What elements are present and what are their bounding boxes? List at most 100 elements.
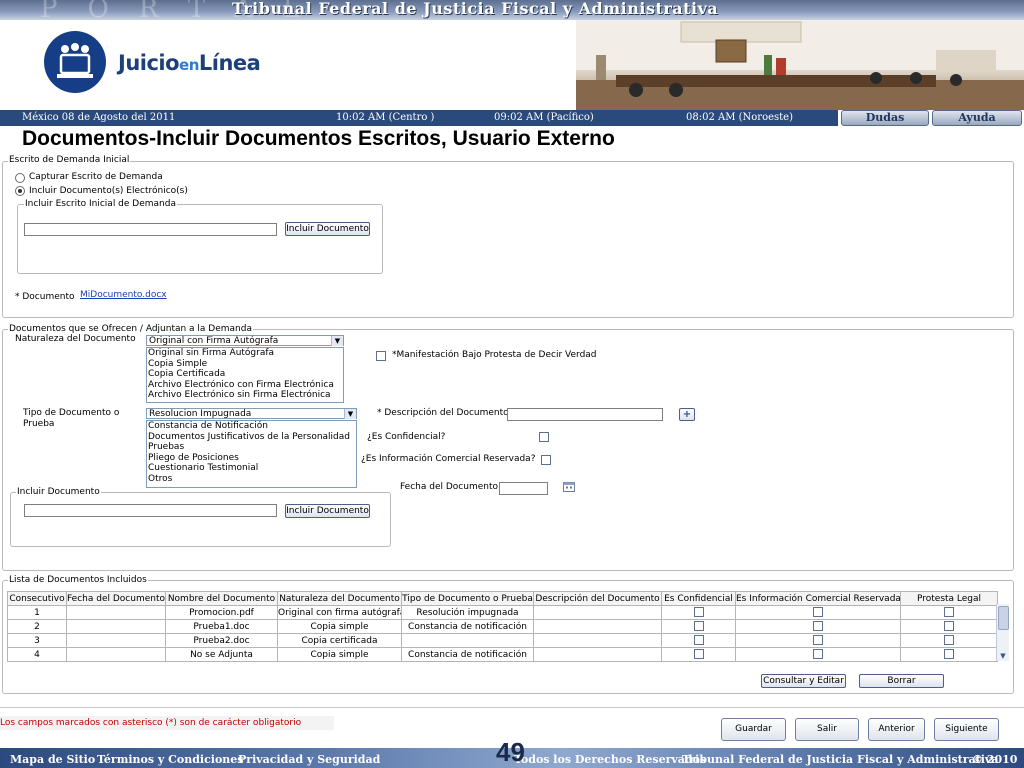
radio-capturar-label: Capturar Escrito de Demanda [29, 172, 163, 182]
incluir-documento-button[interactable]: Incluir Documento [285, 504, 370, 518]
fecha-label: Fecha del Documento [400, 482, 498, 492]
row-comercial-checkbox[interactable] [813, 621, 823, 632]
descripcion-input[interactable] [507, 408, 663, 421]
column-header[interactable]: Descripción del Documento [533, 591, 662, 606]
naturaleza-option[interactable]: Archivo Electrónico con Firma Electrónic… [147, 380, 343, 391]
naturaleza-option[interactable]: Archivo Electrónico sin Firma Electrónic… [147, 390, 343, 401]
table-scrollbar[interactable]: ▼ [996, 604, 1009, 661]
table-cell-comercial [735, 605, 901, 620]
row-protesta-checkbox[interactable] [944, 635, 954, 646]
table-cell-n: 4 [7, 647, 67, 662]
comercial-checkbox[interactable] [541, 455, 551, 465]
divider [0, 707, 1024, 708]
documento-file-input[interactable] [24, 504, 277, 517]
logo-wordmark: JuicioenLínea [118, 51, 261, 75]
time-pacifico: 09:02 AM (Pacífico) [494, 112, 594, 123]
table-cell-protesta [900, 633, 998, 648]
radio-incluir-documento[interactable] [15, 186, 25, 196]
table-cell-tipo: Constancia de notificación [401, 619, 534, 634]
table-cell-nombre: Prueba2.doc [165, 633, 278, 648]
salir-button[interactable]: Salir [795, 718, 859, 741]
descripcion-label: * Descripción del Documento [377, 408, 509, 418]
privacidad-link[interactable]: Privacidad y Seguridad [238, 753, 380, 766]
dudas-button[interactable]: Dudas [841, 110, 929, 126]
calendar-icon[interactable] [563, 481, 575, 492]
tipo-label-2: Prueba [23, 419, 55, 429]
table-cell-comercial [735, 633, 901, 648]
consultar-editar-button[interactable]: Consultar y Editar [761, 674, 846, 688]
guardar-button[interactable]: Guardar [721, 718, 786, 741]
siguiente-button[interactable]: Siguiente [934, 718, 999, 741]
table-cell-nombre: Promocion.pdf [165, 605, 278, 620]
row-comercial-checkbox[interactable] [813, 607, 823, 618]
table-row[interactable]: 3 Prueba2.doc Copia certificada [7, 633, 998, 648]
incluir-escrito-button[interactable]: Incluir Documento [285, 222, 370, 236]
fecha-input[interactable] [499, 482, 548, 495]
row-confidencial-checkbox[interactable] [693, 635, 704, 646]
tipo-option[interactable]: Documentos Justificativos de la Personal… [147, 432, 356, 443]
column-header[interactable]: Consecutivo [7, 591, 67, 606]
ayuda-button[interactable]: Ayuda [932, 110, 1022, 126]
row-protesta-checkbox[interactable] [944, 621, 954, 632]
table-header-row: Consecutivo Fecha del Documento Nombre del… [7, 591, 998, 606]
tipo-option[interactable]: Cuestionario Testimonial [147, 463, 356, 474]
incluir-documento-box [10, 492, 391, 547]
tipo-option[interactable]: Pliego de Posiciones [147, 453, 356, 464]
radio-capturar-escrito[interactable] [15, 173, 25, 183]
protesta-label: *Manifestación Bajo Protesta de Decir Ve… [392, 350, 597, 360]
anterior-button[interactable]: Anterior [868, 718, 925, 741]
column-header[interactable]: Es Información Comercial Reservada [735, 591, 901, 606]
table-cell-fecha [66, 619, 166, 634]
tipo-option[interactable]: Constancia de Notificación [147, 421, 356, 432]
required-note: Los campos marcados con asterisco (*) so… [0, 718, 302, 728]
table-cell-nombre: No se Adjunta [165, 647, 278, 662]
naturaleza-select[interactable]: Original con Firma Autógrafa ▼ [146, 335, 344, 346]
row-protesta-checkbox[interactable] [944, 649, 954, 660]
table-cell-tipo [401, 633, 534, 648]
banner-title: Tribunal Federal de Justicia Fiscal y Ad… [232, 0, 719, 18]
tipo-option[interactable]: Pruebas [147, 442, 356, 453]
incluir-escrito-box [17, 204, 383, 274]
terminos-link[interactable]: Términos y Condiciones [97, 753, 243, 766]
row-comercial-checkbox[interactable] [813, 635, 823, 646]
chevron-down-icon: ▼ [344, 409, 356, 419]
naturaleza-option[interactable]: Copia Simple [147, 359, 343, 370]
confidencial-label: ¿Es Confidencial? [367, 432, 446, 442]
tipo-select[interactable]: Resolucion Impugnada ▼ [146, 408, 357, 419]
column-header[interactable]: Tipo de Documento o Prueba [401, 591, 534, 606]
mapa-sitio-link[interactable]: Mapa de Sitio [10, 753, 95, 766]
confidencial-checkbox[interactable] [539, 432, 549, 442]
scroll-down-icon[interactable]: ▼ [998, 652, 1008, 660]
documento-label: * Documento [15, 292, 75, 302]
protesta-checkbox[interactable] [376, 351, 386, 361]
row-protesta-checkbox[interactable] [944, 607, 954, 618]
table-cell-tipo: Resolución impugnada [401, 605, 534, 620]
row-confidencial-checkbox[interactable] [693, 607, 704, 618]
borrar-button[interactable]: Borrar [859, 674, 944, 688]
naturaleza-option[interactable]: Original sin Firma Autógrafa [147, 348, 343, 359]
column-header[interactable]: Fecha del Documento [66, 591, 166, 606]
table-cell-confidencial [661, 619, 736, 634]
naturaleza-option[interactable]: Copia Certificada [147, 369, 343, 380]
naturaleza-options-list: Original sin Firma Autógrafa Copia Simple… [146, 347, 344, 403]
row-confidencial-checkbox[interactable] [693, 621, 704, 632]
column-header[interactable]: Naturaleza del Documento [277, 591, 402, 606]
table-cell-comercial [735, 647, 901, 662]
column-header[interactable]: Protesta Legal [900, 591, 998, 606]
table-cell-comercial [735, 619, 901, 634]
table-cell-desc [533, 605, 662, 620]
row-comercial-checkbox[interactable] [813, 649, 823, 660]
tipo-option[interactable]: Otros [147, 474, 356, 485]
table-cell-fecha [66, 633, 166, 648]
table-row[interactable]: 4 No se Adjunta Copia simple Constancia de … [7, 647, 998, 662]
escrito-file-input[interactable] [24, 223, 277, 236]
column-header[interactable]: Nombre del Documento [165, 591, 278, 606]
documento-link[interactable]: MiDocumento.docx [80, 290, 167, 300]
table-row[interactable]: 2 Prueba1.doc Copia simple Constancia de no… [7, 619, 998, 634]
naturaleza-label: Naturaleza del Documento [15, 334, 136, 344]
row-confidencial-checkbox[interactable] [693, 649, 704, 660]
column-header[interactable]: Es Confidencial [661, 591, 736, 606]
scrollbar-thumb[interactable] [998, 606, 1009, 630]
table-row[interactable]: 1 Promocion.pdf Original con firma autógra… [7, 605, 998, 620]
add-description-button[interactable]: + [679, 408, 695, 421]
